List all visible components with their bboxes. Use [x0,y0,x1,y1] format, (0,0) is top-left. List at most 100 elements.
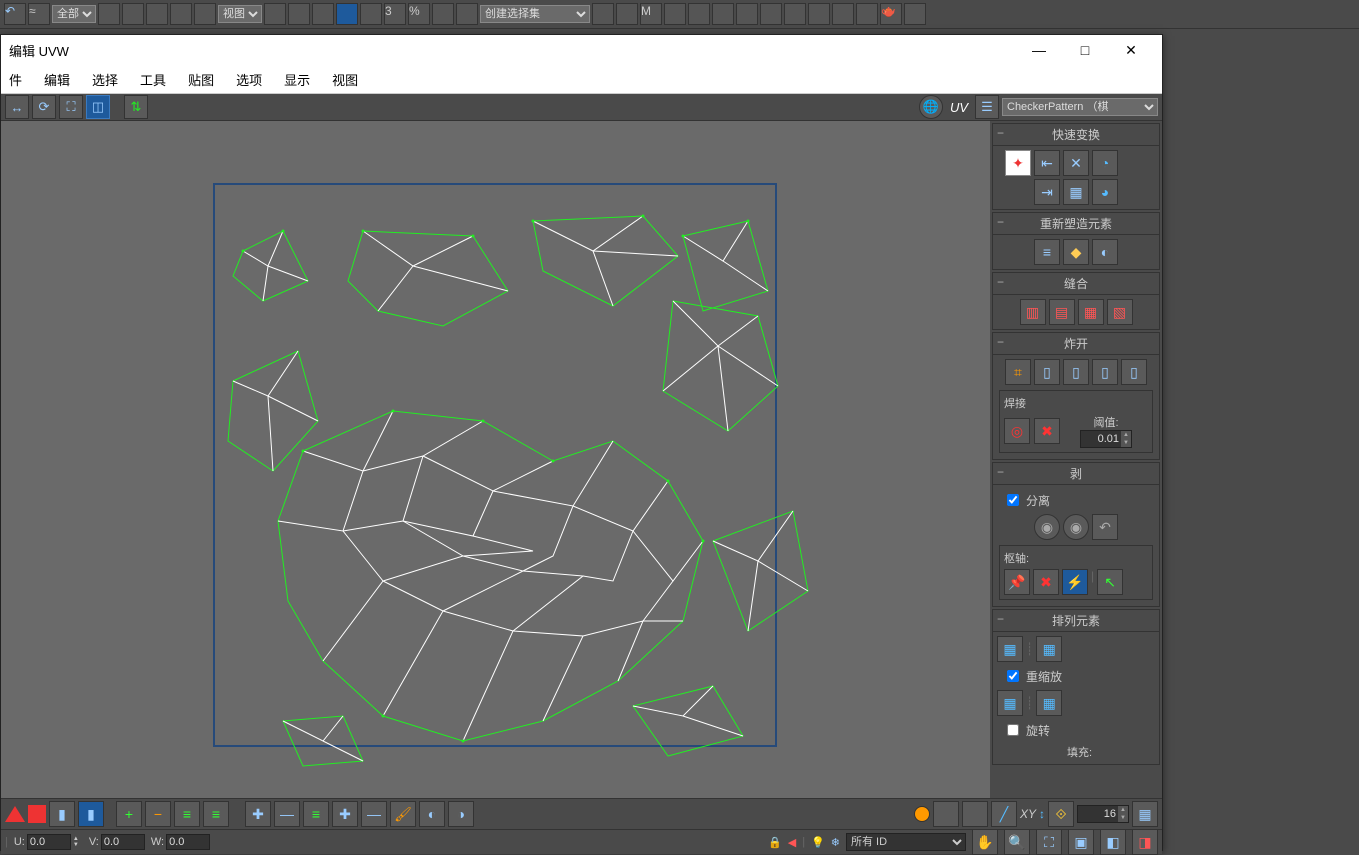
tool-icon-8[interactable] [312,3,334,25]
tool-icon-23[interactable] [808,3,830,25]
undo-icon[interactable]: ↶ [4,3,26,25]
bt-1-icon[interactable] [933,801,959,827]
rollout-header[interactable]: 快速变换 [993,124,1159,146]
peel-1-icon[interactable]: ◉ [1034,514,1060,540]
maximize-button[interactable]: □ [1062,35,1108,65]
tool-icon-12[interactable]: % [408,3,430,25]
weld-target-icon[interactable]: ◎ [1004,418,1030,444]
peel-reset-icon[interactable]: ↶ [1092,514,1118,540]
pivot-center-icon[interactable]: ✦ [1005,150,1031,176]
align-cross-icon[interactable]: ✕ [1063,150,1089,176]
tool-icon-25[interactable] [856,3,878,25]
mirror-icon[interactable]: M [640,3,662,25]
b-plus-icon[interactable]: ✚ [245,801,271,827]
flatten-icon[interactable]: ◐ [1092,239,1118,265]
stitch-4-icon[interactable]: ▧ [1107,299,1133,325]
break-icon[interactable]: ⌗ [1005,359,1031,385]
view-select[interactable]: 视图 [218,5,262,23]
align-right-icon[interactable]: ⇥ [1034,179,1060,205]
tool-icon-22[interactable] [784,3,806,25]
detach-checkbox[interactable] [1007,494,1019,506]
rollout-header[interactable]: 剥 [993,463,1159,485]
rotate-checkbox[interactable] [1007,724,1019,736]
nav-2-icon[interactable]: ◨ [1132,829,1158,855]
b-plus2-icon[interactable]: ✚ [332,801,358,827]
tool-icon-1[interactable] [98,3,120,25]
b-minus-icon[interactable]: — [274,801,300,827]
options-icon[interactable]: ☰ [975,95,999,119]
bt-5-icon[interactable]: ▦ [1132,801,1158,827]
rescale-checkbox[interactable] [1007,670,1019,682]
tool-icon-18[interactable] [688,3,710,25]
rollout-header[interactable]: 排列元素 [993,610,1159,632]
w-input[interactable] [166,834,210,850]
threshold-spinner[interactable]: ▲▼ [1080,430,1132,448]
loop-icon[interactable]: ≡ [203,801,229,827]
tool-icon-9[interactable] [336,3,358,25]
menu-tools[interactable]: 工具 [136,68,170,91]
menu-options[interactable]: 选项 [232,68,266,91]
rotate-ccw-icon[interactable]: ◕ [1092,179,1118,205]
pack-1-icon[interactable]: ▦ [997,636,1023,662]
selection-set-select[interactable]: 创建选择集 [480,5,590,23]
element-mode-icon[interactable]: ▮ [78,801,104,827]
bt-4-icon[interactable]: ⟐ [1048,801,1074,827]
tool-icon-14[interactable] [456,3,478,25]
step-spinner[interactable]: ▲▼ [1077,805,1129,823]
rollout-header[interactable]: 炸开 [993,333,1159,355]
uv-canvas[interactable] [1,121,990,798]
grow-icon[interactable]: + [116,801,142,827]
pin-2-icon[interactable]: ✖ [1033,569,1059,595]
teapot-icon[interactable]: 🫖 [880,3,902,25]
vertex-mode-icon[interactable] [5,806,25,822]
menu-file[interactable]: 件 [5,68,26,91]
explode-2-icon[interactable]: ▯ [1063,359,1089,385]
tool-icon-24[interactable] [832,3,854,25]
align-grid-icon[interactable]: ▦ [1063,179,1089,205]
pack-4-icon[interactable]: ▦ [1036,690,1062,716]
v-input[interactable] [101,834,145,850]
tool-icon-13[interactable] [432,3,454,25]
tool-icon-5[interactable] [194,3,216,25]
edge-mode-icon[interactable] [28,805,46,823]
menu-select[interactable]: 选择 [88,68,122,91]
mirror-tool-icon[interactable]: ⇅ [124,95,148,119]
peel-2-icon[interactable]: ◉ [1063,514,1089,540]
pack-2-icon[interactable]: ▦ [1036,636,1062,662]
move-tool-icon[interactable]: ↔ [5,95,29,119]
tool-icon-17[interactable] [664,3,686,25]
bulb-icon[interactable]: 💡 [811,836,825,849]
stitch-2-icon[interactable]: ▤ [1049,299,1075,325]
filter-dot-icon[interactable]: ◀ [788,836,796,849]
explode-4-icon[interactable]: ▯ [1121,359,1147,385]
poly-mode-icon[interactable]: ▮ [49,801,75,827]
zoom-icon[interactable]: 🔍 [1004,829,1030,855]
bt-2-icon[interactable] [962,801,988,827]
menu-display[interactable]: 显示 [280,68,314,91]
rollout-header[interactable]: 重新塑造元素 [993,213,1159,235]
pin-1-icon[interactable]: 📌 [1004,569,1030,595]
wave-icon[interactable]: ≈ [28,3,50,25]
pin-3-icon[interactable]: ⚡ [1062,569,1088,595]
globe-icon[interactable]: 🌐 [919,95,943,119]
tool-icon-19[interactable] [712,3,734,25]
window-titlebar[interactable]: 编辑 UVW — □ ✕ [1,35,1162,65]
b-minus2-icon[interactable]: — [361,801,387,827]
explode-1-icon[interactable]: ▯ [1034,359,1060,385]
tool-icon-3[interactable] [146,3,168,25]
stitch-1-icon[interactable]: ▥ [1020,299,1046,325]
tool-icon-21[interactable] [760,3,782,25]
tool-icon-11[interactable]: 3 [384,3,406,25]
explode-3-icon[interactable]: ▯ [1092,359,1118,385]
zoom-ext-icon[interactable]: ⛶ [1036,829,1062,855]
tool-icon-6[interactable] [264,3,286,25]
texture-select[interactable]: CheckerPattern （棋 [1002,98,1158,116]
weld-selected-icon[interactable]: ✖ [1034,418,1060,444]
filter-select[interactable]: 全部 [52,5,96,23]
relax-icon[interactable]: ◆ [1063,239,1089,265]
nav-1-icon[interactable]: ◧ [1100,829,1126,855]
b-lines-icon[interactable]: ≡ [303,801,329,827]
rollout-header[interactable]: 缝合 [993,273,1159,295]
tool-icon-10[interactable] [360,3,382,25]
pan-icon[interactable]: ✋ [972,829,998,855]
